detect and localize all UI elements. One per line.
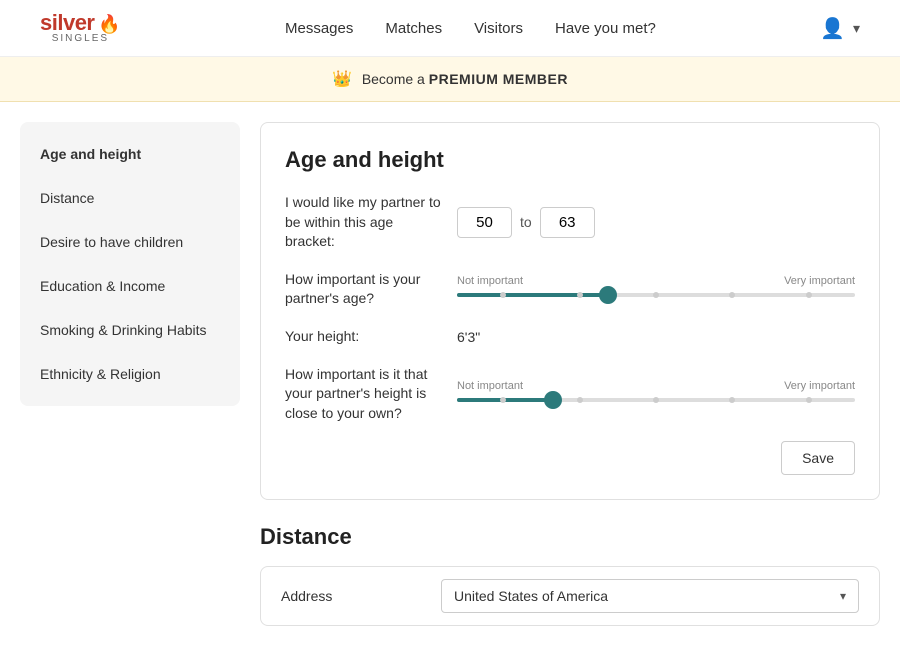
address-select[interactable]: United States of America ▾ (441, 579, 859, 613)
slider-dot (653, 397, 659, 403)
slider-dot (729, 292, 735, 298)
slider-dot (500, 397, 506, 403)
height-slider-track[interactable] (457, 398, 855, 402)
age-min-input[interactable] (457, 207, 512, 238)
height-importance-label: How important is it that your partner's … (285, 365, 445, 424)
distance-section: Distance Address United States of Americ… (260, 524, 880, 630)
height-importance-slider-container: Not important Very important (457, 380, 855, 408)
premium-text-before: Become a (362, 71, 429, 87)
main-nav: Messages Matches Visitors Have you met? (285, 20, 656, 37)
save-button[interactable]: Save (781, 441, 855, 475)
height-slider-dots (457, 397, 855, 403)
age-importance-label: How important is your partner's age? (285, 270, 445, 309)
age-slider-thumb[interactable] (599, 286, 617, 304)
nav-have-you-met[interactable]: Have you met? (555, 20, 656, 37)
slider-dot (806, 292, 812, 298)
slider-dot (653, 292, 659, 298)
main-layout: Age and height Distance Desire to have c… (0, 102, 900, 650)
height-label: Your height: (285, 327, 445, 347)
sidebar-item-education[interactable]: Education & Income (20, 264, 240, 308)
sidebar: Age and height Distance Desire to have c… (20, 122, 240, 406)
address-row: Address United States of America ▾ (260, 566, 880, 626)
slider-annotations-age: Not important Very important (457, 275, 855, 287)
nav-matches[interactable]: Matches (385, 20, 442, 37)
slider-annotations-height: Not important Very important (457, 380, 855, 392)
height-value: 6'3" (457, 329, 480, 345)
premium-text-bold: PREMIUM MEMBER (429, 71, 568, 87)
distance-title: Distance (260, 524, 880, 550)
very-important-label-height: Very important (784, 380, 855, 392)
crown-icon: 👑 (332, 71, 352, 88)
age-slider-track[interactable] (457, 293, 855, 297)
age-importance-slider-container: Not important Very important (457, 275, 855, 303)
logo-silver-text: silver (40, 10, 95, 35)
sidebar-item-children[interactable]: Desire to have children (20, 220, 240, 264)
age-height-title: Age and height (285, 147, 855, 173)
slider-dot (500, 292, 506, 298)
person-icon[interactable]: 👤 (820, 16, 845, 41)
age-inputs: to (457, 207, 595, 238)
age-to-text: to (520, 214, 532, 230)
height-row: Your height: 6'3" (285, 327, 855, 347)
age-slider-dots (457, 292, 855, 298)
save-row: Save (285, 441, 855, 475)
header: silver 🔥 SINGLES Messages Matches Visito… (0, 0, 900, 57)
age-importance-row: How important is your partner's age? Not… (285, 270, 855, 309)
content-area: Age and height I would like my partner t… (260, 122, 880, 630)
sidebar-item-ethnicity[interactable]: Ethnicity & Religion (20, 352, 240, 396)
sidebar-item-smoking[interactable]: Smoking & Drinking Habits (20, 308, 240, 352)
sidebar-item-age-height[interactable]: Age and height (20, 132, 240, 176)
nav-messages[interactable]: Messages (285, 20, 353, 37)
premium-banner[interactable]: 👑 Become a PREMIUM MEMBER (0, 57, 900, 102)
slider-dot (577, 292, 583, 298)
height-importance-row: How important is it that your partner's … (285, 365, 855, 424)
sidebar-item-distance[interactable]: Distance (20, 176, 240, 220)
not-important-label-age: Not important (457, 275, 523, 287)
very-important-label-age: Very important (784, 275, 855, 287)
slider-dot (806, 397, 812, 403)
chevron-down-icon: ▾ (840, 589, 846, 603)
address-label: Address (281, 588, 441, 604)
header-icons: 👤 ▾ (820, 16, 860, 41)
chevron-down-icon[interactable]: ▾ (853, 20, 860, 37)
not-important-label-height: Not important (457, 380, 523, 392)
age-bracket-row: I would like my partner to be within thi… (285, 193, 855, 252)
slider-dot (729, 397, 735, 403)
nav-visitors[interactable]: Visitors (474, 20, 523, 37)
height-slider-thumb[interactable] (544, 391, 562, 409)
age-bracket-label: I would like my partner to be within thi… (285, 193, 445, 252)
logo: silver 🔥 SINGLES (40, 12, 121, 44)
logo-flame-icon: 🔥 (98, 14, 120, 34)
logo-singles-text: SINGLES (52, 34, 109, 44)
address-select-value: United States of America (454, 588, 608, 604)
age-max-input[interactable] (540, 207, 595, 238)
age-height-section: Age and height I would like my partner t… (260, 122, 880, 500)
slider-dot (577, 397, 583, 403)
